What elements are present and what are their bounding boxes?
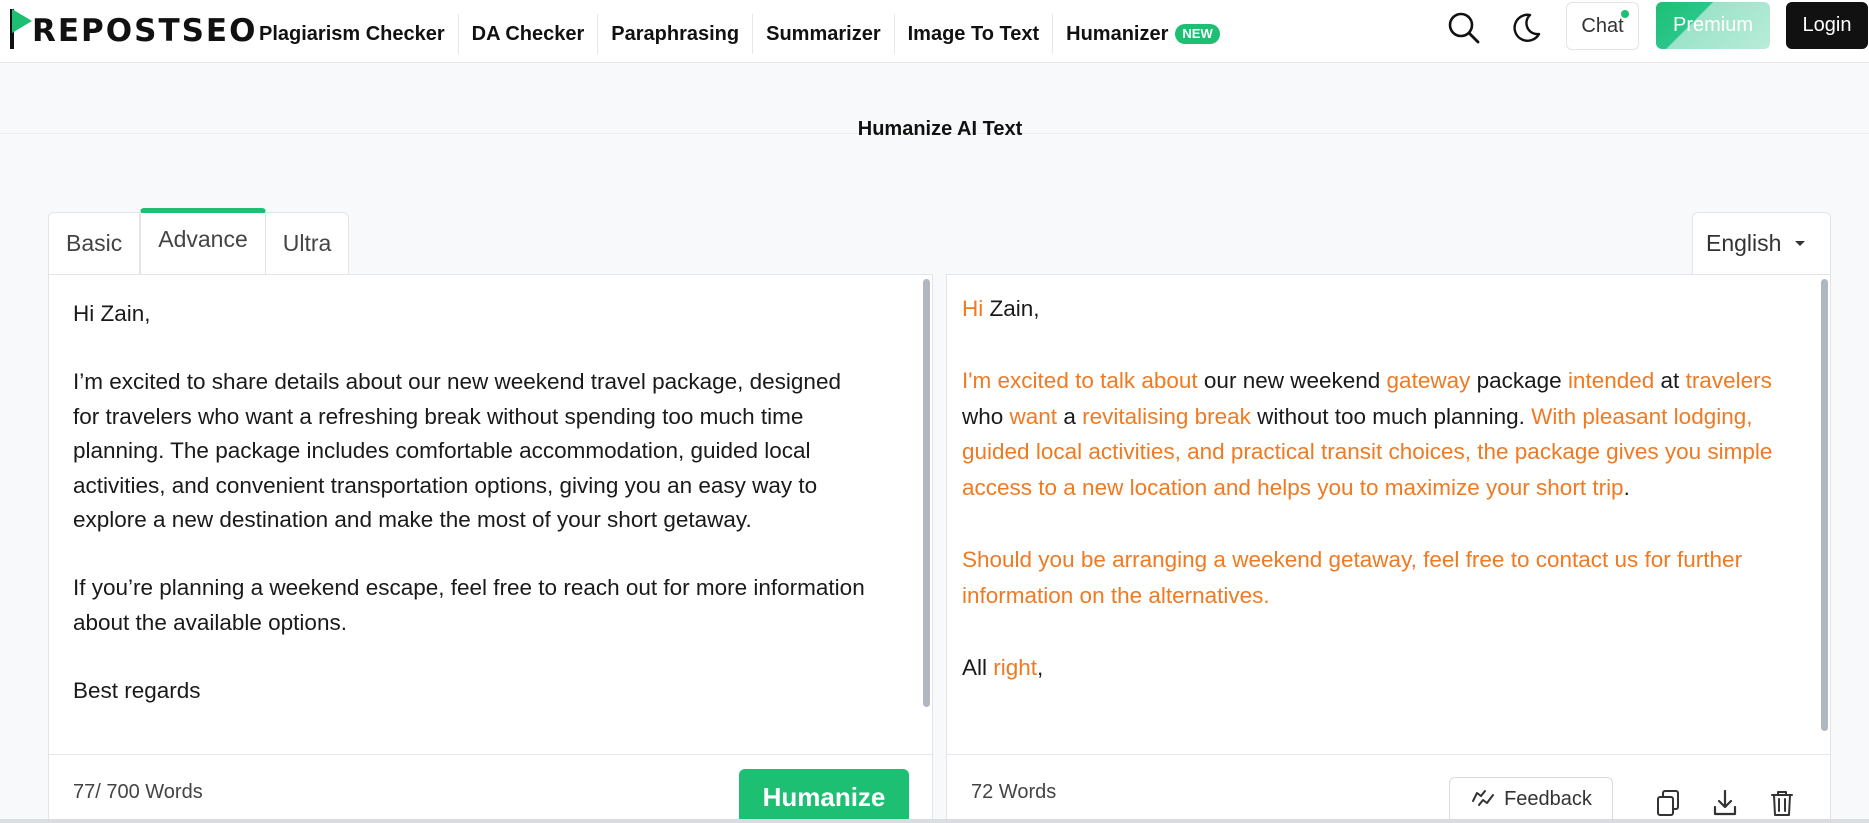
feedback-icon (1472, 790, 1495, 806)
input-textarea[interactable]: Hi Zain, I’m excited to share details ab… (73, 297, 873, 743)
changed-phrase[interactable]: Should you be arranging a weekend getawa… (962, 547, 1742, 608)
nav-label: Humanizer (1066, 23, 1169, 45)
unchanged-phrase: All (962, 654, 994, 680)
changed-phrase[interactable]: I'm excited to talk about (962, 368, 1198, 393)
chat-label: Chat (1581, 14, 1624, 37)
input-paragraph: Hi Zain, (73, 301, 151, 326)
unchanged-phrase: Zain, (983, 296, 1040, 321)
nav-summarizer[interactable]: Summarizer (753, 14, 895, 54)
changed-phrase[interactable]: Hi (962, 296, 983, 321)
trash-icon[interactable] (1769, 789, 1795, 817)
search-button[interactable] (1444, 8, 1484, 48)
unchanged-phrase: our new weekend (1197, 367, 1387, 393)
nav-humanizer[interactable]: Humanizer NEW (1053, 14, 1233, 54)
page-title: Humanize AI Text (857, 118, 1023, 140)
download-icon[interactable] (1712, 789, 1738, 817)
input-word-count: 77/ 700 Words (73, 781, 203, 803)
dark-mode-toggle[interactable] (1506, 8, 1546, 48)
new-badge: NEW (1175, 24, 1220, 44)
output-text: Hi Zain, I'm excited to talk about our ne… (962, 291, 1807, 721)
scrollbar[interactable] (1821, 279, 1828, 731)
nav-label: Plagiarism Checker (259, 23, 445, 45)
login-label: Login (1802, 14, 1852, 36)
chat-button[interactable]: Chat (1566, 2, 1639, 50)
input-paragraph: Best regards (73, 678, 201, 704)
scrollbar[interactable] (923, 279, 930, 707)
mode-tabs: Basic Advance Ultra (48, 208, 350, 274)
login-button[interactable]: Login (1786, 2, 1868, 49)
unchanged-phrase: a (1057, 403, 1083, 429)
humanize-button[interactable]: Humanize (739, 769, 909, 823)
output-panel: Hi Zain, I'm excited to talk about our ne… (946, 274, 1831, 823)
changed-phrase[interactable]: gateway (1387, 368, 1471, 393)
output-word-count: 72 Words (971, 781, 1057, 803)
unchanged-phrase: without too much planning. (1250, 403, 1532, 429)
input-paragraph: If you’re planning a weekend escape, fee… (73, 575, 865, 635)
input-panel: Hi Zain, I’m excited to share details ab… (48, 274, 933, 823)
search-icon (1448, 12, 1480, 44)
nav-label: Paraphrasing (611, 23, 740, 45)
input-footer: 77/ 700 Words Humanize (49, 754, 932, 823)
language-select[interactable]: English (1692, 212, 1831, 274)
output-paragraph: Should you be arranging a weekend getawa… (962, 542, 1807, 614)
logo[interactable]: REPOSTSEO (10, 4, 257, 54)
copy-icon[interactable] (1655, 789, 1681, 817)
changed-phrase[interactable]: travelers (1686, 368, 1772, 393)
unchanged-phrase: package (1470, 367, 1568, 393)
nav-paraphrasing[interactable]: Paraphrasing (598, 14, 754, 54)
tab-basic[interactable]: Basic (49, 213, 141, 274)
output-paragraph: I'm excited to talk about our new weeken… (962, 363, 1807, 506)
unchanged-phrase: at (1654, 367, 1686, 393)
input-paragraph: I’m excited to share details about our n… (73, 369, 841, 533)
feedback-label: Feedback (1504, 787, 1592, 810)
tab-ultra[interactable]: Ultra (266, 213, 349, 274)
output-paragraph: All right, (962, 650, 1807, 686)
changed-phrase[interactable]: right (993, 655, 1037, 680)
changed-phrase[interactable]: intended (1568, 368, 1654, 393)
premium-button[interactable]: Premium (1656, 2, 1770, 49)
nav-image-to-text[interactable]: Image To Text (895, 14, 1054, 54)
main-nav: Plagiarism Checker DA Checker Paraphrasi… (246, 14, 1233, 54)
changed-phrase[interactable]: want (1010, 404, 1058, 429)
nav-da-checker[interactable]: DA Checker (459, 14, 599, 54)
unchanged-phrase: , (1037, 654, 1044, 680)
caret-down-icon (1795, 241, 1806, 246)
output-footer: 72 Words Feedback (947, 754, 1830, 823)
tab-advance[interactable]: Advance (140, 208, 266, 274)
language-value: English (1706, 230, 1782, 256)
changed-phrase[interactable]: revitalising break (1082, 404, 1251, 429)
nav-label: Image To Text (907, 23, 1040, 45)
nav-plagiarism-checker[interactable]: Plagiarism Checker (246, 14, 459, 54)
logo-text: REPOSTSEO (32, 13, 258, 49)
nav-label: Summarizer (766, 23, 881, 45)
feedback-button[interactable]: Feedback (1449, 777, 1613, 823)
moon-icon (1513, 13, 1541, 42)
unchanged-phrase: . (1623, 475, 1630, 501)
online-dot (1621, 10, 1629, 18)
premium-label: Premium (1672, 14, 1753, 36)
bottom-divider (0, 819, 1869, 823)
humanize-label: Humanize (762, 781, 886, 812)
nav-label: DA Checker (471, 23, 585, 45)
output-paragraph: Hi Zain, (962, 291, 1807, 327)
top-navbar: REPOSTSEO Plagiarism Checker DA Checker … (0, 0, 1869, 63)
unchanged-phrase: who (962, 403, 1010, 429)
